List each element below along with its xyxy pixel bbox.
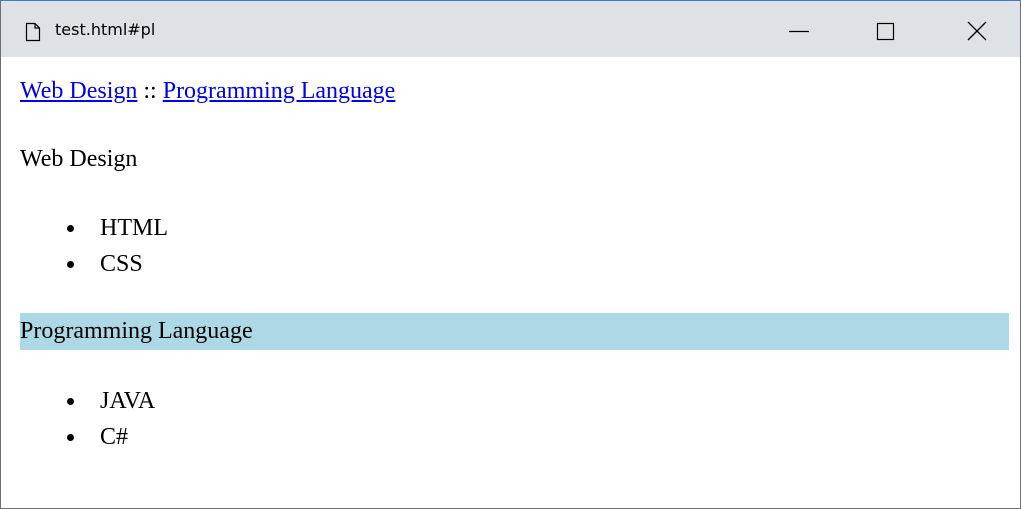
list-item: HTML: [1, 210, 168, 246]
browser-window: test.html#pl Web Design :: Programming L…: [0, 0, 1021, 509]
title-bar[interactable]: test.html#pl: [1, 1, 1020, 57]
list-item: CSS: [1, 246, 168, 282]
close-icon: [967, 21, 987, 41]
list-item-label: HTML: [100, 215, 168, 241]
bullet-icon: [67, 261, 74, 268]
nav-separator: ::: [143, 78, 157, 104]
programming-language-list: JAVA C#: [1, 383, 155, 455]
bullet-icon: [67, 434, 74, 441]
list-item: C#: [1, 419, 155, 455]
list-item-label: CSS: [100, 251, 143, 277]
minimize-icon: [789, 30, 809, 33]
section-title-programming-language: Programming Language: [20, 313, 1009, 350]
document-icon: [25, 22, 41, 42]
maximize-icon: [876, 22, 895, 41]
web-design-list: HTML CSS: [1, 210, 168, 282]
close-button[interactable]: [954, 11, 1000, 51]
maximize-button[interactable]: [863, 11, 909, 51]
bullet-icon: [67, 398, 74, 405]
page-content: Web Design :: Programming Language Web D…: [1, 57, 1020, 508]
list-item-label: JAVA: [100, 388, 156, 414]
nav-link-web-design[interactable]: Web Design: [20, 78, 137, 104]
section-title-web-design: Web Design: [20, 146, 138, 172]
list-item: JAVA: [1, 383, 155, 419]
window-title: test.html#pl: [55, 20, 156, 39]
nav-bar: Web Design :: Programming Language: [20, 75, 395, 107]
bullet-icon: [67, 225, 74, 232]
minimize-button[interactable]: [776, 11, 822, 51]
list-item-label: C#: [100, 424, 129, 450]
nav-link-programming-language[interactable]: Programming Language: [163, 78, 396, 104]
